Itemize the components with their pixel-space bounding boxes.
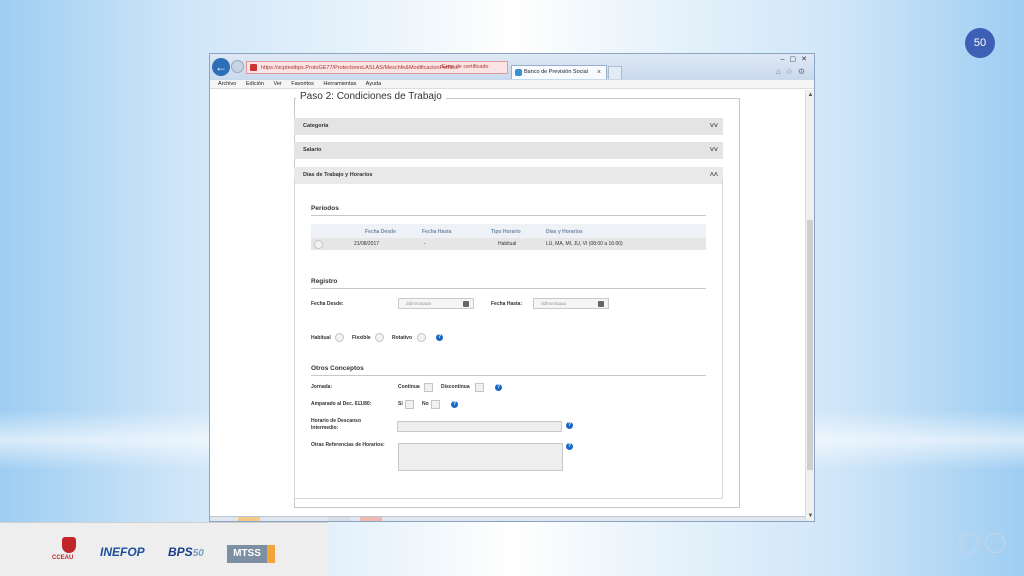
page-viewport: Paso 2: Condiciones de Trabajo Categoría… xyxy=(210,90,807,521)
menu-ayuda[interactable]: Ayuda xyxy=(366,81,382,87)
menu-archivo[interactable]: Archivo xyxy=(218,81,236,87)
divider xyxy=(311,288,706,289)
help-icon[interactable]: ? xyxy=(495,384,502,391)
accordion-categoria[interactable]: Categoría ˅˅ xyxy=(294,118,723,135)
chevron-left-icon[interactable]: ‹ xyxy=(959,533,979,553)
page-number-badge: 50 xyxy=(965,28,995,58)
si-checkbox[interactable] xyxy=(405,400,414,409)
divider xyxy=(311,215,706,216)
discontinua-label: Discontinua xyxy=(441,384,470,390)
menu-favoritos[interactable]: Favoritos xyxy=(291,81,314,87)
fecha-desde-input[interactable]: dd/mm/aaaa xyxy=(398,298,474,309)
scrollbar-thumb[interactable] xyxy=(807,220,813,470)
site-favicon-icon xyxy=(515,69,522,76)
date-placeholder: dd/mm/aaaa xyxy=(541,301,567,306)
chevron-down-icon: ˅˅ xyxy=(709,123,718,130)
accordion-label: Salario xyxy=(303,147,322,153)
habitual-label: Habitual xyxy=(311,335,331,341)
jornada-label: Jornada: xyxy=(311,384,333,390)
bps-logo: BPS50 xyxy=(168,545,204,559)
tab-bps[interactable]: Banco de Previsión Social × xyxy=(511,65,607,79)
calendar-icon[interactable] xyxy=(463,301,469,307)
flexible-radio[interactable] xyxy=(375,333,384,342)
accordion-salario[interactable]: Salario ˅˅ xyxy=(294,142,723,159)
fecha-hasta-input[interactable]: dd/mm/aaaa xyxy=(533,298,609,309)
tab-title: Banco de Previsión Social xyxy=(524,69,588,75)
rotativo-label: Rotativo xyxy=(392,335,412,341)
taskbar-item[interactable] xyxy=(238,517,260,521)
scroll-up-icon[interactable]: ▲ xyxy=(806,92,814,98)
chevron-right-icon[interactable]: › xyxy=(985,533,1005,553)
si-label: Sí xyxy=(398,401,403,407)
descanso-label: Horario de Descanso Intermedio: xyxy=(311,418,362,431)
cell-dias-horarios: LU, MA, MI, JU, VI (08:00 a 16:00) xyxy=(546,241,623,247)
accordion-label: Categoría xyxy=(303,123,329,129)
close-tab-icon[interactable]: × xyxy=(597,66,601,79)
chevron-down-icon: ˅˅ xyxy=(709,147,718,154)
menu-ver[interactable]: Ver xyxy=(273,81,281,87)
new-tab-button[interactable] xyxy=(608,66,622,79)
inefop-logo: INEFOP xyxy=(100,545,145,559)
cell-fecha-hasta: - xyxy=(424,241,426,247)
certificate-error-label[interactable]: Error de certificado xyxy=(442,61,488,74)
discontinua-checkbox[interactable] xyxy=(475,383,484,392)
calendar-icon[interactable] xyxy=(598,301,604,307)
footer-logos-strip: CCEAU INEFOP BPS50 MTSS xyxy=(0,522,328,576)
help-icon[interactable]: ? xyxy=(566,422,573,429)
no-checkbox[interactable] xyxy=(431,400,440,409)
col-dias-horarios: Días y Horarios xyxy=(546,229,583,235)
rotativo-radio[interactable] xyxy=(417,333,426,342)
forward-arrow-icon[interactable] xyxy=(231,60,244,73)
windows-taskbar xyxy=(210,516,807,521)
cell-tipo-horario: Habitual xyxy=(498,241,517,247)
referencias-textarea[interactable] xyxy=(398,443,563,471)
continua-label: Continua xyxy=(398,384,420,390)
fecha-hasta-label: Fecha Hasta: xyxy=(491,301,523,307)
flexible-label: Flexible xyxy=(352,335,371,341)
habitual-radio[interactable] xyxy=(335,333,344,342)
mtss-logo: MTSS xyxy=(227,545,275,563)
taskbar-item[interactable] xyxy=(328,517,350,521)
col-fecha-desde: Fecha Desde xyxy=(365,229,396,235)
menu-edicion[interactable]: Edición xyxy=(246,81,264,87)
registro-heading: Registro xyxy=(311,278,338,285)
taskbar-item[interactable] xyxy=(360,517,382,521)
col-tipo-horario: Tipo Horario xyxy=(491,229,521,235)
menu-herramientas[interactable]: Herramientas xyxy=(323,81,356,87)
periodos-heading: Períodos xyxy=(311,205,339,212)
browser-window: ← https://scptestbps.ProtoGE77/Protector… xyxy=(209,53,815,522)
help-icon[interactable]: ? xyxy=(566,443,573,450)
row-select-radio[interactable] xyxy=(314,240,323,249)
vertical-scrollbar[interactable]: ▲ ▼ xyxy=(805,90,814,521)
menu-bar: Archivo Edición Ver Favoritos Herramient… xyxy=(210,80,814,89)
browser-titlebar: ← https://scptestbps.ProtoGE77/Protector… xyxy=(210,54,814,80)
no-label: No xyxy=(422,401,429,407)
descanso-input[interactable] xyxy=(397,421,562,432)
security-warning-icon xyxy=(250,64,257,71)
continua-checkbox[interactable] xyxy=(424,383,433,392)
help-icon[interactable]: ? xyxy=(451,401,458,408)
url-text: https://scptestbps.ProtoGE77/Protectores… xyxy=(261,65,458,71)
cell-fecha-desde: 21/08/2017 xyxy=(354,241,380,247)
help-icon[interactable]: ? xyxy=(436,334,443,341)
step-title: Paso 2: Condiciones de Trabajo xyxy=(296,91,446,102)
toolbar-icons[interactable]: ⌂☆⚙ xyxy=(776,67,810,76)
back-arrow-icon[interactable]: ← xyxy=(212,58,230,76)
amparado-label: Amparado al Dec. 611/80: xyxy=(311,401,372,407)
divider xyxy=(311,375,706,376)
window-controls[interactable]: –▢✕ xyxy=(781,55,812,63)
fecha-desde-label: Fecha Desde: xyxy=(311,301,344,307)
referencias-label: Otras Referencias de Horarios: xyxy=(311,442,385,448)
date-placeholder: dd/mm/aaaa xyxy=(406,301,432,306)
scroll-down-icon[interactable]: ▼ xyxy=(806,513,814,519)
otros-conceptos-heading: Otros Conceptos xyxy=(311,365,364,372)
accordion-label: Días de Trabajo y Horarios xyxy=(303,172,373,178)
cceau-logo: CCEAU xyxy=(52,537,86,565)
col-fecha-hasta: Fecha Hasta xyxy=(422,229,452,235)
